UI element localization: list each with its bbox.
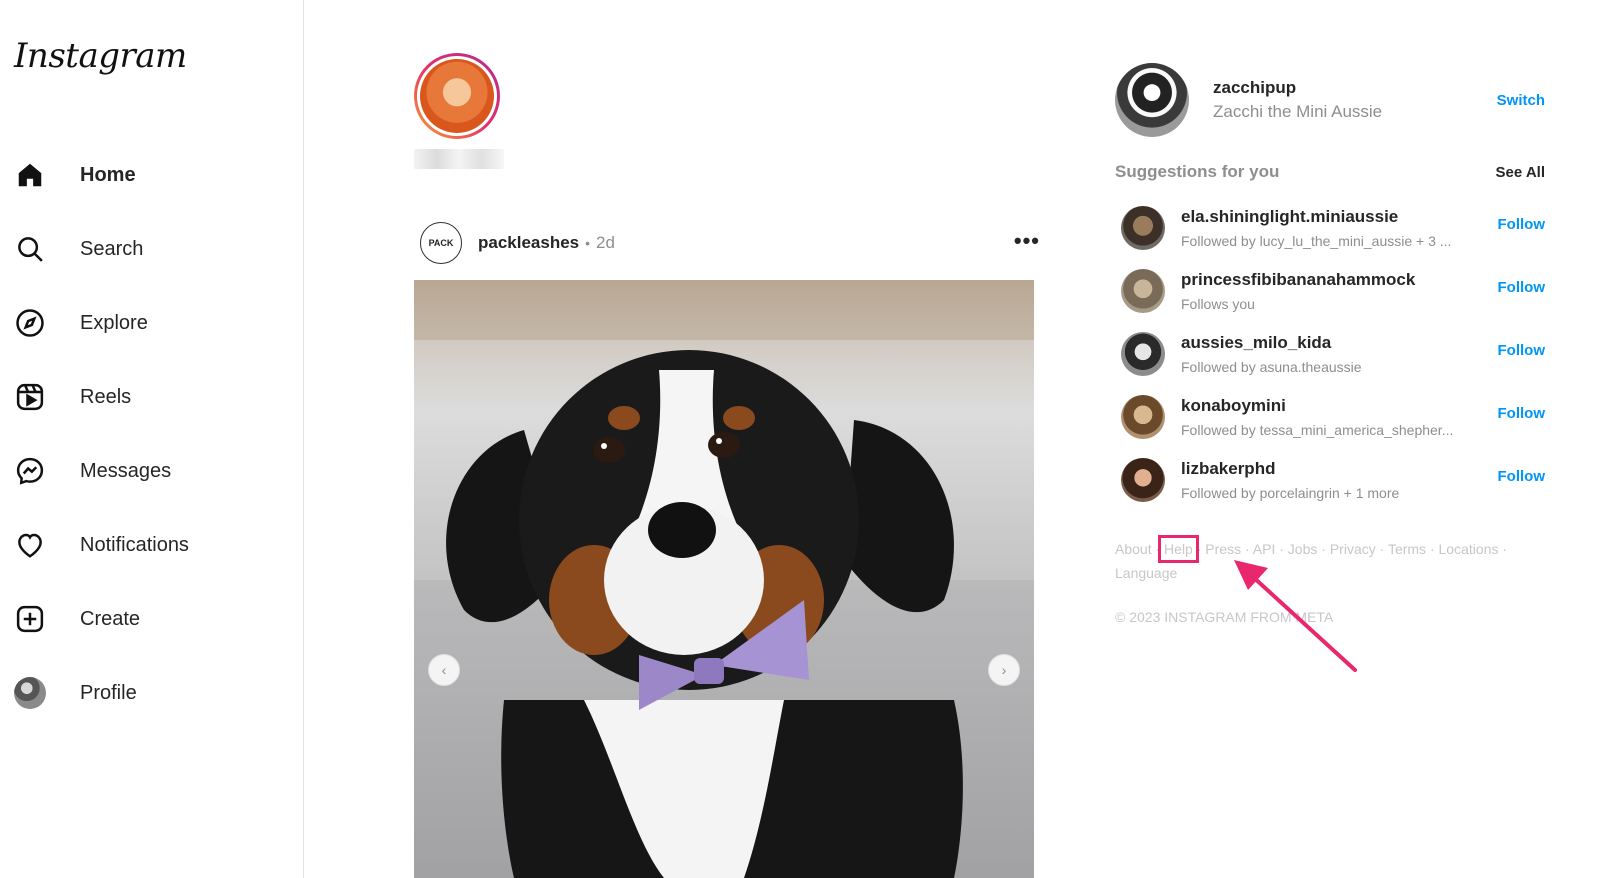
nav-label: Search <box>80 237 144 260</box>
nav-reels[interactable]: Reels <box>12 360 292 434</box>
suggestions-list: ela.shininglight.miniaussie Followed by … <box>1115 196 1545 511</box>
plus-square-icon <box>12 601 48 637</box>
carousel-next-button[interactable]: › <box>988 654 1020 686</box>
suggestion-subtitle: Follows you <box>1181 295 1255 312</box>
footer-separator: · <box>1426 541 1439 557</box>
nav-notifications[interactable]: Notifications <box>12 508 292 582</box>
nav-label: Create <box>80 607 141 630</box>
footer-separator: · <box>1275 541 1288 557</box>
compass-icon <box>12 305 48 341</box>
heart-icon <box>12 527 48 563</box>
nav-label: Reels <box>80 385 132 408</box>
footer-link-press[interactable]: Press <box>1205 541 1241 557</box>
footer-separator: · <box>1151 541 1165 557</box>
story-avatar <box>420 59 494 133</box>
avatar[interactable] <box>1115 63 1189 137</box>
nav-label: Home <box>80 163 136 186</box>
switch-account-button[interactable]: Switch <box>1497 92 1545 109</box>
suggestion-subtitle: Followed by asuna.theaussie <box>1181 358 1362 375</box>
suggestion-item: princessfibibananahammock Follows you Fo… <box>1115 259 1545 322</box>
suggestion-subtitle: Followed by porcelaingrin + 1 more <box>1181 484 1400 501</box>
sidebar: Instagram Home Search Explore Reels Mess… <box>0 0 304 878</box>
avatar <box>14 677 46 709</box>
messenger-icon <box>12 453 48 489</box>
nav-explore[interactable]: Explore <box>12 286 292 360</box>
suggestion-subtitle: Followed by tessa_mini_america_shepher..… <box>1181 421 1454 438</box>
footer-separator: · <box>1241 541 1253 557</box>
footer-separator: · <box>1375 541 1388 557</box>
suggestions-title: Suggestions for you <box>1115 162 1280 181</box>
footer-link-terms[interactable]: Terms <box>1388 541 1426 557</box>
post-image[interactable]: ‹ › <box>414 280 1034 878</box>
footer-link-help[interactable]: Help <box>1158 535 1199 563</box>
carousel-prev-button[interactable]: ‹ <box>428 654 460 686</box>
follow-button[interactable]: Follow <box>1498 216 1546 233</box>
avatar[interactable] <box>1121 394 1165 439</box>
story-username-blurred <box>414 149 504 169</box>
footer-link-api[interactable]: API <box>1253 541 1276 557</box>
nav-create[interactable]: Create <box>12 582 292 656</box>
more-options-icon[interactable]: ••• <box>1014 228 1040 254</box>
follow-button[interactable]: Follow <box>1498 279 1546 296</box>
right-column: zacchipup Zacchi the Mini Aussie Switch … <box>1115 60 1545 625</box>
suggestion-username[interactable]: princessfibibananahammock <box>1181 270 1481 290</box>
nav-search[interactable]: Search <box>12 212 292 286</box>
footer-separator: · <box>1498 541 1508 557</box>
current-account: zacchipup Zacchi the Mini Aussie Switch <box>1115 60 1545 140</box>
current-display-name: Zacchi the Mini Aussie <box>1213 102 1383 121</box>
follow-button[interactable]: Follow <box>1498 468 1546 485</box>
nav-label: Messages <box>80 459 172 482</box>
avatar[interactable] <box>1121 457 1165 502</box>
nav-messages[interactable]: Messages <box>12 434 292 508</box>
nav-profile[interactable]: Profile <box>12 656 292 730</box>
footer-link-privacy[interactable]: Privacy <box>1330 541 1376 557</box>
avatar[interactable] <box>1121 205 1165 250</box>
current-username[interactable]: zacchipup <box>1213 78 1382 98</box>
suggestion-item: lizbakerphd Followed by porcelaingrin + … <box>1115 448 1545 511</box>
nav-home[interactable]: Home <box>12 138 292 212</box>
main-nav: Home Search Explore Reels Messages Notif… <box>12 138 292 730</box>
nav-label: Notifications <box>80 533 189 556</box>
footer-link-language[interactable]: Language <box>1115 565 1177 581</box>
instagram-logo[interactable]: Instagram <box>14 36 187 76</box>
footer-link-jobs[interactable]: Jobs <box>1288 541 1318 557</box>
avatar[interactable] <box>1121 268 1165 313</box>
story-item[interactable] <box>414 53 504 169</box>
suggestion-username[interactable]: ela.shininglight.miniaussie <box>1181 207 1481 227</box>
suggestion-subtitle: Followed by lucy_lu_the_mini_aussie + 3 … <box>1181 232 1452 249</box>
footer-separator: · <box>1192 541 1206 557</box>
follow-button[interactable]: Follow <box>1498 342 1546 359</box>
copyright-text: © 2023 INSTAGRAM FROM META <box>1115 609 1334 625</box>
footer-separator: · <box>1317 541 1330 557</box>
suggestion-item: ela.shininglight.miniaussie Followed by … <box>1115 196 1545 259</box>
nav-label: Profile <box>80 681 137 704</box>
post-timestamp[interactable]: 2d <box>596 233 615 253</box>
home-icon <box>12 157 48 193</box>
suggestion-username[interactable]: aussies_milo_kida <box>1181 333 1481 353</box>
dog-photo <box>414 280 1034 878</box>
post-separator: • <box>585 235 591 251</box>
see-all-link[interactable]: See All <box>1496 164 1545 181</box>
story-ring <box>414 53 500 139</box>
suggestion-item: aussies_milo_kida Followed by asuna.thea… <box>1115 322 1545 385</box>
nav-label: Explore <box>80 311 148 334</box>
footer-link-locations[interactable]: Locations <box>1439 541 1499 557</box>
suggestion-item: konaboymini Followed by tessa_mini_ameri… <box>1115 385 1545 448</box>
follow-button[interactable]: Follow <box>1498 405 1546 422</box>
suggestion-username[interactable]: lizbakerphd <box>1181 459 1481 479</box>
avatar[interactable] <box>1121 331 1165 376</box>
footer-links: About · Help · Press · API · Jobs · Priv… <box>1115 535 1535 585</box>
post-author-username[interactable]: packleashes <box>478 233 579 253</box>
footer-link-about[interactable]: About <box>1115 541 1152 557</box>
reels-icon <box>12 379 48 415</box>
suggestions-header: Suggestions for you See All <box>1115 162 1545 182</box>
profile-avatar <box>12 675 48 711</box>
post-author-avatar[interactable]: PACK <box>420 222 462 264</box>
post-header: PACK packleashes • 2d ••• <box>420 222 1040 264</box>
search-icon <box>12 231 48 267</box>
suggestion-username[interactable]: konaboymini <box>1181 396 1481 416</box>
